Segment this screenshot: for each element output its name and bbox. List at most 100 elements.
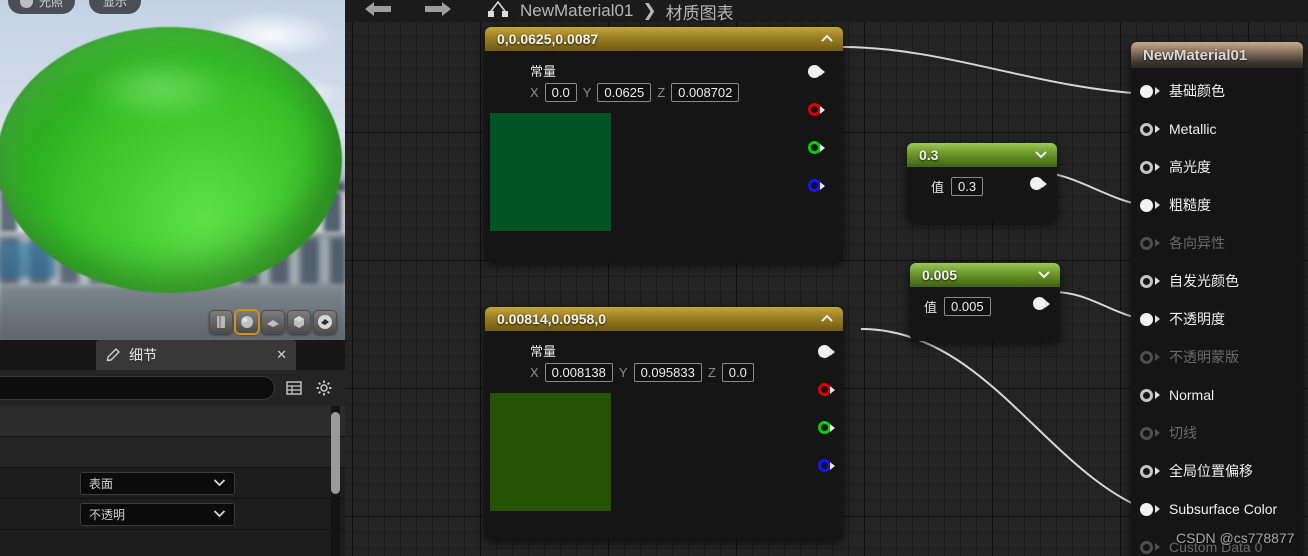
node-header[interactable]: 0.005 bbox=[910, 263, 1060, 287]
node-header[interactable]: 0,0.0625,0.0087 bbox=[485, 27, 843, 51]
material-pin-label: 不透明蒙版 bbox=[1169, 349, 1239, 365]
breadcrumb-root[interactable]: NewMaterial01 bbox=[520, 1, 633, 21]
pin-dot bbox=[1140, 350, 1153, 364]
material-pin-row[interactable]: 基础颜色 bbox=[1131, 72, 1303, 110]
plane-preview-button[interactable] bbox=[261, 310, 285, 334]
rgb-output-pin[interactable] bbox=[818, 345, 835, 358]
node-header[interactable]: NewMaterial01 bbox=[1131, 42, 1303, 68]
value-input[interactable]: 0.005 bbox=[944, 297, 991, 316]
material-pin-row[interactable]: 不透明度 bbox=[1131, 300, 1303, 338]
pin-arrow-icon bbox=[1155, 429, 1160, 437]
material-pin-row[interactable]: Normal bbox=[1131, 376, 1303, 414]
blend-mode-dropdown[interactable]: 不透明 bbox=[80, 502, 235, 526]
property-row[interactable] bbox=[0, 406, 345, 437]
material-pin-row[interactable]: 切线 bbox=[1131, 414, 1303, 452]
material-pin-label: Normal bbox=[1169, 387, 1215, 403]
chevron-down-icon[interactable] bbox=[1037, 268, 1051, 282]
axis-label-x: X bbox=[530, 365, 539, 380]
material-domain-dropdown[interactable]: 表面 bbox=[80, 471, 235, 495]
material-pin-row[interactable]: Metallic bbox=[1131, 110, 1303, 148]
pin-dot bbox=[1140, 236, 1153, 250]
details-scrollbar-thumb[interactable] bbox=[331, 412, 340, 494]
z-value-input[interactable]: 0.0 bbox=[721, 363, 754, 382]
blend-mode-value: 不透明 bbox=[89, 507, 126, 522]
b-output-pin[interactable] bbox=[818, 459, 835, 472]
node-body: 常量 X 0.008138 Y 0.095833 Z 0.0 bbox=[485, 331, 843, 539]
g-output-pin[interactable] bbox=[808, 141, 825, 154]
value-input[interactable]: 0.3 bbox=[951, 177, 984, 196]
material-pin-row[interactable]: 自发光颜色 bbox=[1131, 262, 1303, 300]
node-scalar-0-3[interactable]: 0.3 值 0.3 bbox=[907, 143, 1057, 221]
property-row-blend-mode[interactable]: 不透明 bbox=[0, 499, 345, 530]
node-body: 值 0.3 bbox=[907, 167, 1057, 221]
value-label: 值 bbox=[931, 180, 945, 195]
material-pin-row[interactable]: 不透明蒙版 bbox=[1131, 338, 1303, 376]
node-header[interactable]: 0.3 bbox=[907, 143, 1057, 167]
rgb-output-pin[interactable] bbox=[808, 65, 825, 78]
x-value-input[interactable]: 0.0 bbox=[544, 83, 577, 102]
custom-mesh-preview-button[interactable] bbox=[313, 310, 337, 334]
node-title: 0.005 bbox=[922, 267, 958, 283]
search-input[interactable] bbox=[0, 376, 275, 400]
material-pin-row[interactable]: 粗糙度 bbox=[1131, 186, 1303, 224]
pin-dot bbox=[1140, 198, 1153, 212]
color-swatch[interactable] bbox=[490, 113, 611, 231]
arrow-forward-icon[interactable] bbox=[417, 0, 455, 22]
value-output-pin[interactable] bbox=[1030, 177, 1047, 190]
r-output-pin[interactable] bbox=[818, 383, 835, 396]
details-panel: 细节 ✕ 表面 不透明 bbox=[0, 340, 345, 556]
material-pin-row[interactable]: 高光度 bbox=[1131, 148, 1303, 186]
chevron-down-icon bbox=[213, 507, 226, 521]
sphere-preview-button[interactable] bbox=[235, 310, 259, 334]
property-row[interactable] bbox=[0, 437, 345, 468]
x-value-input[interactable]: 0.008138 bbox=[544, 363, 613, 382]
tab-details[interactable]: 细节 ✕ bbox=[96, 340, 296, 370]
y-value-input[interactable]: 0.0625 bbox=[597, 83, 652, 102]
pin-arrow-icon bbox=[1155, 163, 1160, 171]
close-icon[interactable]: ✕ bbox=[276, 347, 287, 363]
node-constant3vector-1[interactable]: 0,0.0625,0.0087 常量 X 0.0 Y 0.0625 Z 0.00… bbox=[485, 27, 843, 262]
pin-dot bbox=[1140, 388, 1153, 402]
arrow-back-icon[interactable] bbox=[361, 0, 399, 22]
b-output-pin[interactable] bbox=[808, 179, 825, 192]
vector-inputs: X 0.008138 Y 0.095833 Z 0.0 bbox=[530, 363, 754, 382]
material-graph-canvas[interactable]: 0,0.0625,0.0087 常量 X 0.0 Y 0.0625 Z 0.00… bbox=[345, 0, 1308, 556]
material-graph-icon bbox=[487, 0, 511, 22]
watermark: CSDN @cs778877 bbox=[1176, 530, 1295, 546]
material-preview-viewport[interactable]: 光照 显示 bbox=[0, 0, 345, 340]
node-body: 常量 X 0.0 Y 0.0625 Z 0.008702 bbox=[485, 51, 843, 262]
value-label: 值 bbox=[924, 300, 938, 315]
material-pin-row[interactable]: 各向异性 bbox=[1131, 224, 1303, 262]
breadcrumb: NewMaterial01 ❯ 材质图表 bbox=[487, 0, 734, 22]
chevron-down-icon[interactable] bbox=[1034, 148, 1048, 162]
node-header[interactable]: 0.00814,0.0958,0 bbox=[485, 307, 843, 331]
material-pin-label: 切线 bbox=[1169, 425, 1197, 441]
g-output-pin[interactable] bbox=[818, 421, 835, 434]
r-output-pin[interactable] bbox=[808, 103, 825, 116]
pin-arrow-icon bbox=[1155, 239, 1160, 247]
gear-icon[interactable] bbox=[313, 377, 335, 399]
viewport-toolbar: 光照 显示 bbox=[0, 0, 142, 14]
node-constant3vector-2[interactable]: 0.00814,0.0958,0 常量 X 0.008138 Y 0.09583… bbox=[485, 307, 843, 539]
color-swatch[interactable] bbox=[490, 393, 611, 511]
chevron-up-icon[interactable] bbox=[820, 32, 834, 46]
axis-label-y: Y bbox=[582, 85, 592, 100]
viewport-lighting-button[interactable]: 光照 bbox=[8, 0, 76, 14]
cube-preview-button[interactable] bbox=[287, 310, 311, 334]
node-scalar-0-005[interactable]: 0.005 值 0.005 bbox=[910, 263, 1060, 341]
node-material-output[interactable]: NewMaterial01 基础颜色 Metallic 高光度 粗糙度 各向异性 自发光颜… bbox=[1131, 42, 1303, 556]
material-pin-row[interactable]: Subsurface Color bbox=[1131, 490, 1303, 528]
y-value-input[interactable]: 0.095833 bbox=[633, 363, 702, 382]
chevron-up-icon[interactable] bbox=[820, 312, 834, 326]
viewport-show-button[interactable]: 显示 bbox=[89, 0, 142, 14]
pin-arrow-icon bbox=[1155, 391, 1160, 399]
property-row-material-domain[interactable]: 表面 bbox=[0, 468, 345, 499]
z-value-input[interactable]: 0.008702 bbox=[671, 83, 740, 102]
material-pin-row[interactable]: 全局位置偏移 bbox=[1131, 452, 1303, 490]
table-view-icon[interactable] bbox=[283, 377, 305, 399]
value-output-pin[interactable] bbox=[1033, 297, 1050, 310]
breadcrumb-current[interactable]: 材质图表 bbox=[666, 0, 734, 23]
material-pin-label: Subsurface Color bbox=[1169, 501, 1278, 517]
preview-sphere-mesh[interactable] bbox=[0, 27, 342, 293]
cylinder-preview-button[interactable] bbox=[209, 310, 233, 334]
